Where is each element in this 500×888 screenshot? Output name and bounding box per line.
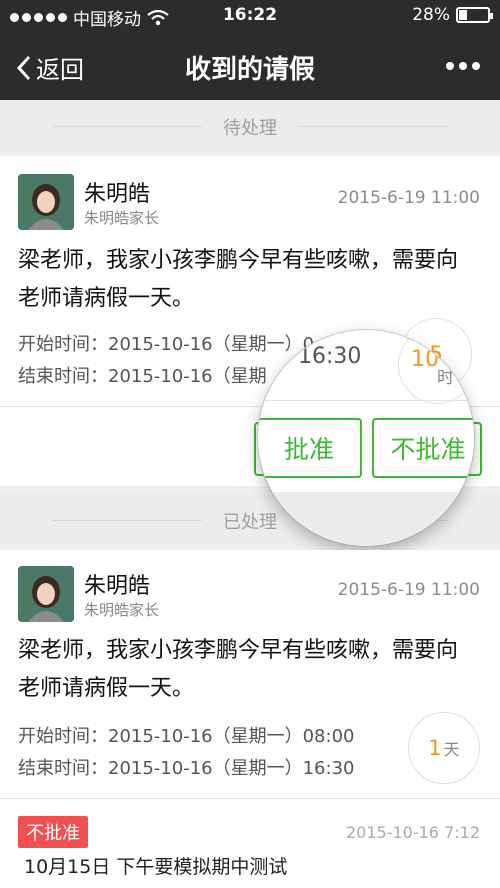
request-date: 2015-6-19 11:00: [337, 188, 480, 208]
more-icon[interactable]: [446, 62, 480, 70]
avatar: [18, 566, 74, 622]
magnifier-lens: 16:30 10 天 时 批准 不批准: [258, 330, 474, 546]
battery-icon: [456, 7, 493, 23]
start-time-label: 开始时间：: [18, 726, 108, 747]
section-pending-label: 待处理: [223, 118, 277, 139]
end-time-label: 结束时间：: [18, 758, 108, 779]
status-date: 2015-10-16 7:12: [346, 823, 480, 842]
end-time-value: 2015-10-16（星期: [108, 366, 267, 387]
requester-role: 朱明皓家长: [84, 601, 160, 619]
request-date: 2015-6-19 11:00: [337, 580, 480, 600]
requester-name: 朱明皓: [84, 182, 151, 207]
start-time-row: 开始时间：2015-10-16（星期一）0: [18, 330, 314, 356]
days-badge: 1 天: [408, 712, 480, 784]
page-title: 收到的请假: [184, 55, 315, 85]
magnified-days-badge: 10 天 时: [398, 330, 474, 404]
end-time-value: 2015-10-16（星期一）16:30: [108, 758, 355, 779]
days-unit: 天: [443, 740, 460, 759]
remark-text: 10月15日 下午要模拟期中测试: [24, 856, 288, 878]
nav-bar: 返回 收到的请假: [0, 32, 500, 100]
magnified-days-count: 10: [411, 347, 439, 372]
magnified-days-unit-2: 时: [437, 368, 454, 388]
avatar: [18, 174, 74, 230]
magnified-end-time: 16:30: [298, 344, 362, 369]
requester-name: 朱明皓: [84, 574, 151, 599]
battery-percent: 28%: [412, 5, 450, 25]
magnified-days-unit: 天: [437, 342, 454, 362]
request-reason: 梁老师，我家小孩李鹏今早有些咳嗽，需要向老师请病假一天。: [18, 638, 459, 701]
section-pending: 待处理: [0, 100, 500, 152]
end-time-label: 结束时间：: [18, 366, 108, 387]
magnified-reject-button[interactable]: 不批准: [372, 418, 474, 478]
magnified-approve-button[interactable]: 批准: [258, 418, 362, 478]
requester-role: 朱明皓家长: [84, 209, 160, 227]
start-time-label: 开始时间：: [18, 334, 108, 355]
status-badge: 不批准: [18, 816, 88, 848]
end-time-row: 结束时间：2015-10-16（星期: [18, 362, 267, 388]
start-time-value: 2015-10-16（星期一）0: [108, 334, 315, 355]
status-bar: 中国移动 16:22 28%: [0, 0, 500, 32]
start-time-value: 2015-10-16（星期一）08:00: [108, 726, 355, 747]
request-reason: 梁老师，我家小孩李鹏今早有些咳嗽，需要向老师请病假一天。: [18, 248, 459, 311]
end-time-row: 结束时间：2015-10-16（星期一）16:30: [18, 754, 354, 780]
processed-request-card: 朱明皓 朱明皓家长 2015-6-19 11:00 梁老师，我家小孩李鹏今早有些…: [0, 550, 500, 888]
days-count: 1: [428, 736, 442, 760]
start-time-row: 开始时间：2015-10-16（星期一）08:00: [18, 722, 354, 748]
